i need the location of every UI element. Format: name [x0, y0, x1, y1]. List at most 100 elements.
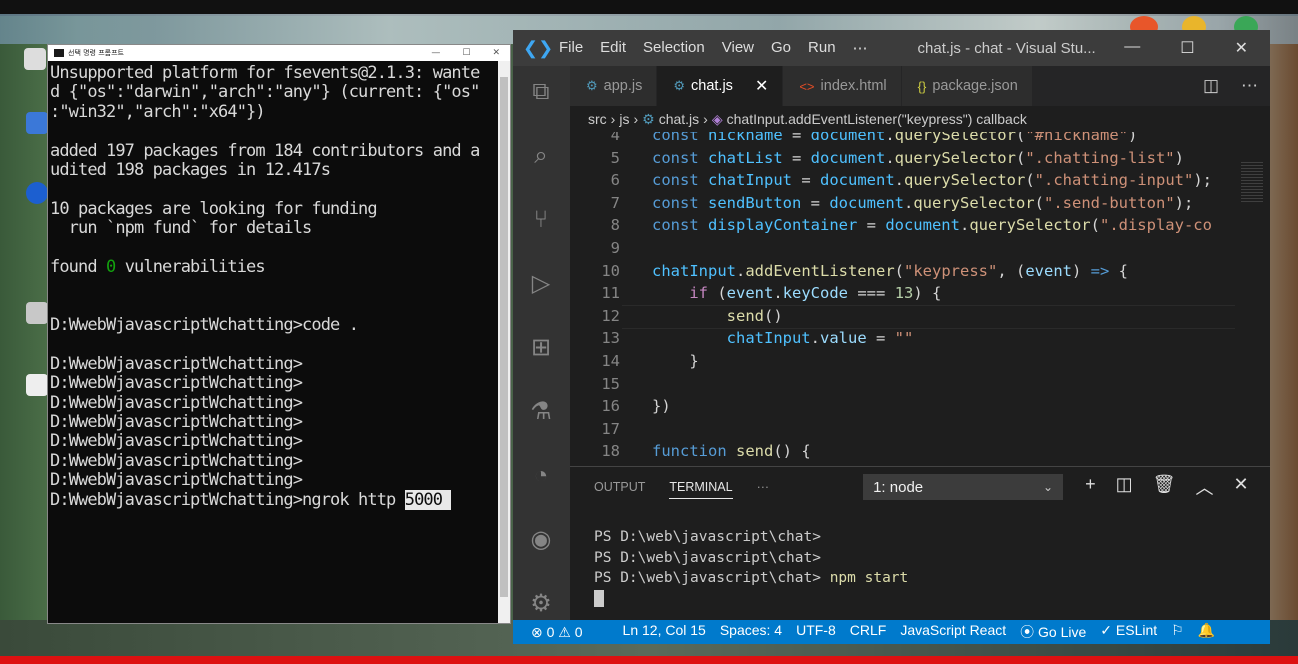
code-line[interactable]: 18 function send() {: [570, 440, 1270, 462]
more-actions-icon[interactable]: ···: [757, 480, 770, 494]
scrollbar-thumb[interactable]: [500, 77, 508, 597]
code-editor[interactable]: 4 const nickname = document.querySelector…: [570, 132, 1270, 462]
code-line[interactable]: 5 const chatList = document.querySelector…: [570, 147, 1270, 170]
problems-indicator[interactable]: ⊗ 0 ⚠ 0: [513, 624, 583, 641]
source-control-icon[interactable]: ⑂: [527, 206, 555, 234]
feedback-icon[interactable]: ⚐: [1171, 622, 1184, 642]
tab-terminal[interactable]: TERMINAL: [669, 475, 733, 499]
cmd-output[interactable]: Unsupported platform for fsevents@2.1.3:…: [48, 61, 510, 622]
maximize-panel-icon[interactable]: ︿: [1195, 474, 1213, 500]
accounts-icon[interactable]: ◉: [527, 526, 555, 554]
breadcrumb-js[interactable]: js: [619, 111, 629, 127]
more-actions-icon[interactable]: ⋯: [1241, 76, 1258, 96]
breadcrumb-file[interactable]: chat.js: [659, 111, 699, 127]
menu-item[interactable]: Run: [808, 39, 836, 57]
code-line[interactable]: 6 const chatInput = document.querySelecto…: [570, 169, 1270, 192]
menu-item[interactable]: Go: [771, 39, 791, 57]
menu-item[interactable]: ⋯: [853, 39, 868, 57]
tab-chat-js[interactable]: ⚙ chat.js ✕: [657, 66, 784, 106]
code-line[interactable]: 8 const displayContainer = document.query…: [570, 214, 1270, 237]
run-debug-icon[interactable]: ▷: [527, 270, 555, 298]
html-icon: <>: [799, 78, 815, 94]
go-live-button[interactable]: ⦿ Go Live: [1020, 622, 1086, 642]
cmd-line: 10 packages are looking for funding: [50, 198, 378, 219]
code-line[interactable]: 17: [570, 418, 1270, 441]
testing-icon[interactable]: ⚗: [527, 398, 555, 426]
desktop-icon[interactable]: [26, 374, 48, 396]
breadcrumb-src[interactable]: src: [588, 111, 607, 127]
git-graph-icon[interactable]: ◔: [527, 462, 555, 490]
search-icon[interactable]: ⌕: [527, 142, 555, 170]
line-number: 10: [601, 261, 620, 280]
cmd-number: 0: [106, 256, 116, 277]
line-number: 12: [601, 306, 620, 325]
tab-index-html[interactable]: <> index.html: [783, 66, 902, 106]
close-icon[interactable]: ✕: [755, 76, 768, 96]
tab-output[interactable]: OUTPUT: [594, 480, 645, 494]
new-terminal-icon[interactable]: +: [1085, 474, 1096, 500]
maximize-icon[interactable]: ☐: [1180, 38, 1194, 58]
desktop-icon[interactable]: [26, 182, 48, 204]
desktop-icon[interactable]: [24, 48, 46, 70]
extensions-icon[interactable]: ⊞: [527, 334, 555, 362]
close-panel-icon[interactable]: ✕: [1233, 474, 1248, 500]
code-line[interactable]: 12 send(): [570, 305, 1270, 328]
terminal-line: PS D:\web\javascript\chat>: [594, 529, 821, 545]
close-icon[interactable]: ✕: [1235, 38, 1248, 58]
settings-gear-icon[interactable]: ⚙: [527, 590, 555, 618]
cmd-line: [50, 180, 507, 199]
menu-item[interactable]: File: [559, 39, 583, 57]
line-number: 14: [601, 352, 620, 370]
cmd-line: D:WwebWjavascriptWchatting>: [50, 373, 303, 394]
split-terminal-icon[interactable]: ◫: [1116, 474, 1133, 500]
code-text: if (event.keyCode === 13) {: [689, 284, 942, 303]
eslint-status[interactable]: ✓ ESLint: [1100, 622, 1157, 642]
menu-item[interactable]: Selection: [643, 39, 705, 57]
terminal-output[interactable]: PS D:\web\javascript\chat> PS D:\web\java…: [570, 507, 1270, 609]
language-mode[interactable]: JavaScript React: [900, 622, 1006, 642]
cmd-line: [50, 122, 507, 141]
chevron-down-icon: ⌄: [1043, 480, 1054, 494]
terminal-selector[interactable]: 1: node ⌄: [863, 474, 1064, 500]
tab-label: index.html: [820, 78, 887, 94]
desktop-icon[interactable]: [26, 302, 48, 324]
activity-bar: ⧉ ⌕ ⑂ ▷ ⊞ ⚗ ◔ ◉ ⚙: [513, 66, 570, 620]
code-line[interactable]: 13 chatInput.value = "": [570, 327, 1270, 350]
end-of-line[interactable]: CRLF: [850, 622, 887, 642]
indentation[interactable]: Spaces: 4: [720, 622, 782, 642]
code-line[interactable]: 7 const sendButton = document.querySelect…: [570, 192, 1270, 215]
code-line[interactable]: 16}): [570, 395, 1270, 418]
trash-icon[interactable]: 🗑: [1153, 474, 1176, 500]
code-line[interactable]: 10 chatInput.addEventListener("keypress",…: [570, 260, 1270, 283]
maximize-icon[interactable]: ☐: [462, 48, 470, 58]
cmd-line: [50, 239, 507, 258]
close-icon[interactable]: ✕: [492, 48, 500, 58]
tab-app-js[interactable]: ⚙ app.js: [570, 66, 658, 106]
cmd-line: D:WwebWjavascriptWchatting>: [50, 353, 303, 374]
explorer-icon[interactable]: ⧉: [527, 78, 555, 106]
code-line[interactable]: 11 if (event.keyCode === 13) {: [570, 282, 1270, 305]
cmd-scrollbar[interactable]: [498, 61, 510, 623]
command-prompt-window[interactable]: 선택 명령 프롬프트 — ☐ ✕ Unsupported platform fo…: [47, 44, 511, 624]
terminal-cursor-line: [594, 589, 1270, 610]
tab-package-json[interactable]: {} package.json: [901, 66, 1033, 106]
code-line[interactable]: 15: [570, 373, 1270, 396]
cmd-line: D:WwebWjavascriptWchatting>code .: [50, 315, 359, 336]
menu-item[interactable]: Edit: [600, 39, 626, 57]
vscode-window[interactable]: ❮❯ File Edit Selection View Go Run ⋯ chat.js -…: [513, 30, 1270, 644]
encoding[interactable]: UTF-8: [796, 622, 836, 642]
minimap[interactable]: [1235, 132, 1270, 462]
bell-icon[interactable]: 🔔: [1198, 622, 1215, 642]
desktop-icon[interactable]: [26, 112, 48, 134]
code-line[interactable]: 4 const nickname = document.querySelector…: [570, 132, 1270, 147]
code-line[interactable]: 14 }: [570, 350, 1270, 373]
code-line[interactable]: 9: [570, 237, 1270, 260]
menu-item[interactable]: View: [722, 39, 754, 57]
breadcrumb-symbol[interactable]: chatInput.addEventListener("keypress") c…: [727, 111, 1027, 127]
cmd-title-bar[interactable]: 선택 명령 프롬프트 — ☐ ✕: [48, 45, 510, 61]
line-number: 4: [610, 132, 620, 144]
split-editor-icon[interactable]: ◫: [1203, 76, 1219, 96]
minimize-icon[interactable]: —: [1124, 38, 1140, 58]
cursor-position[interactable]: Ln 12, Col 15: [623, 622, 706, 642]
minimize-icon[interactable]: —: [431, 48, 440, 58]
